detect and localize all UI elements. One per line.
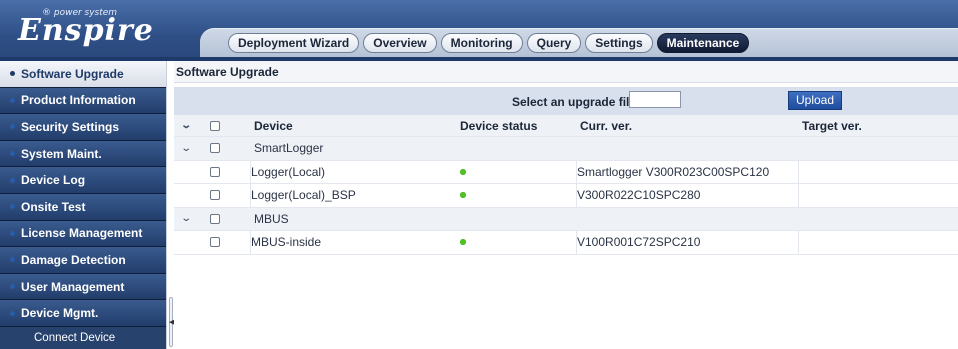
sidebar-item-software-upgrade[interactable]: Software Upgrade — [0, 61, 166, 88]
sidebar-item-label: Software Upgrade — [21, 66, 124, 81]
bullet-icon — [10, 124, 15, 130]
minus-icon — [10, 310, 15, 316]
logo: ® power system Enspire — [18, 8, 158, 48]
app-window: ® power system Enspire Deployment Wizard… — [0, 0, 958, 349]
tab-monitoring[interactable]: Monitoring — [440, 33, 523, 53]
current-version: Smartlogger V300R023C00SPC120 — [576, 160, 796, 183]
row-checkbox[interactable] — [210, 237, 220, 248]
group-name: MBUS — [254, 211, 289, 226]
table-row: Logger(Local)_BSP V300R022C10SPC280 — [174, 184, 958, 208]
sidebar-splitter[interactable]: ◀ — [166, 61, 174, 349]
sidebar-item-label: Onsite Test — [21, 199, 86, 214]
collapse-handle[interactable]: ◀ — [169, 297, 174, 347]
sidebar-subitem-connect-device[interactable]: Connect Device — [0, 326, 166, 349]
target-version — [798, 184, 958, 207]
sidebar-item-label: Security Settings — [21, 119, 120, 134]
tab-maintenance[interactable]: Maintenance — [656, 33, 750, 53]
sidebar-item-user-management[interactable]: User Management — [0, 273, 166, 301]
sidebar-item-label: Device Log — [21, 173, 86, 188]
sidebar-item-system-maint[interactable]: System Maint. — [0, 140, 166, 168]
column-header-target-version: Target ver. — [802, 118, 862, 133]
row-checkbox[interactable] — [210, 166, 220, 177]
current-version: V100R001C72SPC210 — [576, 231, 796, 254]
sidebar-item-label: Damage Detection — [21, 252, 126, 267]
main-content: Software Upgrade Select an upgrade file:… — [174, 61, 958, 349]
table-row: Logger(Local) Smartlogger V300R023C00SPC… — [174, 160, 958, 184]
sidebar-item-label: Product Information — [21, 93, 136, 108]
status-online-icon — [460, 168, 466, 175]
status-online-icon — [460, 192, 466, 199]
tab-deployment-wizard[interactable]: Deployment Wizard — [228, 33, 360, 53]
bullet-icon — [10, 151, 15, 157]
device-name: Logger(Local)_BSP — [250, 184, 452, 207]
group-row-smartlogger: ⌄ SmartLogger — [174, 137, 958, 161]
bullet-icon — [10, 97, 15, 103]
sidebar-item-label: System Maint. — [21, 146, 102, 161]
tab-overview[interactable]: Overview — [363, 33, 437, 53]
logo-brand: Enspire — [18, 13, 154, 48]
upload-bar: Select an upgrade file: Upload — [174, 87, 958, 115]
sidebar-item-license-management[interactable]: License Management — [0, 220, 166, 248]
upgrade-file-input[interactable] — [629, 91, 681, 108]
bullet-icon — [10, 177, 15, 183]
table-row: MBUS-inside V100R001C72SPC210 — [174, 231, 958, 255]
bullet-icon — [10, 257, 15, 263]
group-checkbox[interactable] — [210, 143, 220, 154]
sidebar-item-device-log[interactable]: Device Log — [0, 167, 166, 194]
group-name: SmartLogger — [254, 141, 324, 156]
device-name: MBUS-inside — [250, 231, 452, 254]
status-online-icon — [460, 239, 466, 246]
expand-all-icon[interactable]: ⌄ — [176, 115, 196, 136]
tab-query[interactable]: Query — [526, 33, 582, 53]
sidebar-item-damage-detection[interactable]: Damage Detection — [0, 247, 166, 274]
bullet-icon — [10, 230, 15, 236]
bullet-icon — [10, 284, 15, 290]
device-name: Logger(Local) — [250, 160, 452, 183]
main-tabs: Deployment Wizard Overview Monitoring Qu… — [228, 33, 750, 53]
group-checkbox[interactable] — [210, 213, 220, 224]
sidebar-item-product-information[interactable]: Product Information — [0, 87, 166, 115]
column-header-status: Device status — [460, 118, 538, 133]
sidebar-item-label: Device Mgmt. — [21, 306, 99, 321]
device-table: ⌄ Device Device status Curr. ver. Target… — [174, 115, 958, 255]
column-header-current-version: Curr. ver. — [580, 118, 633, 133]
sidebar-item-label: License Management — [21, 226, 143, 241]
row-checkbox[interactable] — [210, 190, 220, 201]
current-version: V300R022C10SPC280 — [576, 184, 796, 207]
tab-settings[interactable]: Settings — [585, 33, 653, 53]
collapse-group-icon[interactable]: ⌄ — [176, 137, 196, 160]
header: ® power system Enspire Deployment Wizard… — [0, 0, 958, 61]
target-version — [798, 231, 958, 254]
upload-button[interactable]: Upload — [788, 91, 842, 110]
bullet-icon — [10, 204, 15, 210]
sidebar-item-device-mgmt[interactable]: Device Mgmt. — [0, 300, 166, 327]
sidebar-subitem-label: Connect Device — [34, 331, 116, 344]
column-header-device: Device — [254, 118, 293, 133]
sidebar-item-onsite-test[interactable]: Onsite Test — [0, 193, 166, 221]
select-all-checkbox[interactable] — [210, 120, 220, 131]
table-header: ⌄ Device Device status Curr. ver. Target… — [174, 115, 958, 137]
group-row-mbus: ⌄ MBUS — [174, 207, 958, 231]
sidebar-item-label: User Management — [21, 279, 125, 294]
collapse-group-icon[interactable]: ⌄ — [176, 208, 196, 231]
sidebar: Software Upgrade Product Information Sec… — [0, 61, 166, 349]
sidebar-item-security-settings[interactable]: Security Settings — [0, 114, 166, 141]
upload-file-label: Select an upgrade file: — [512, 95, 641, 109]
bullet-icon — [10, 71, 15, 77]
target-version — [798, 160, 958, 183]
section-title: Software Upgrade — [174, 61, 958, 83]
